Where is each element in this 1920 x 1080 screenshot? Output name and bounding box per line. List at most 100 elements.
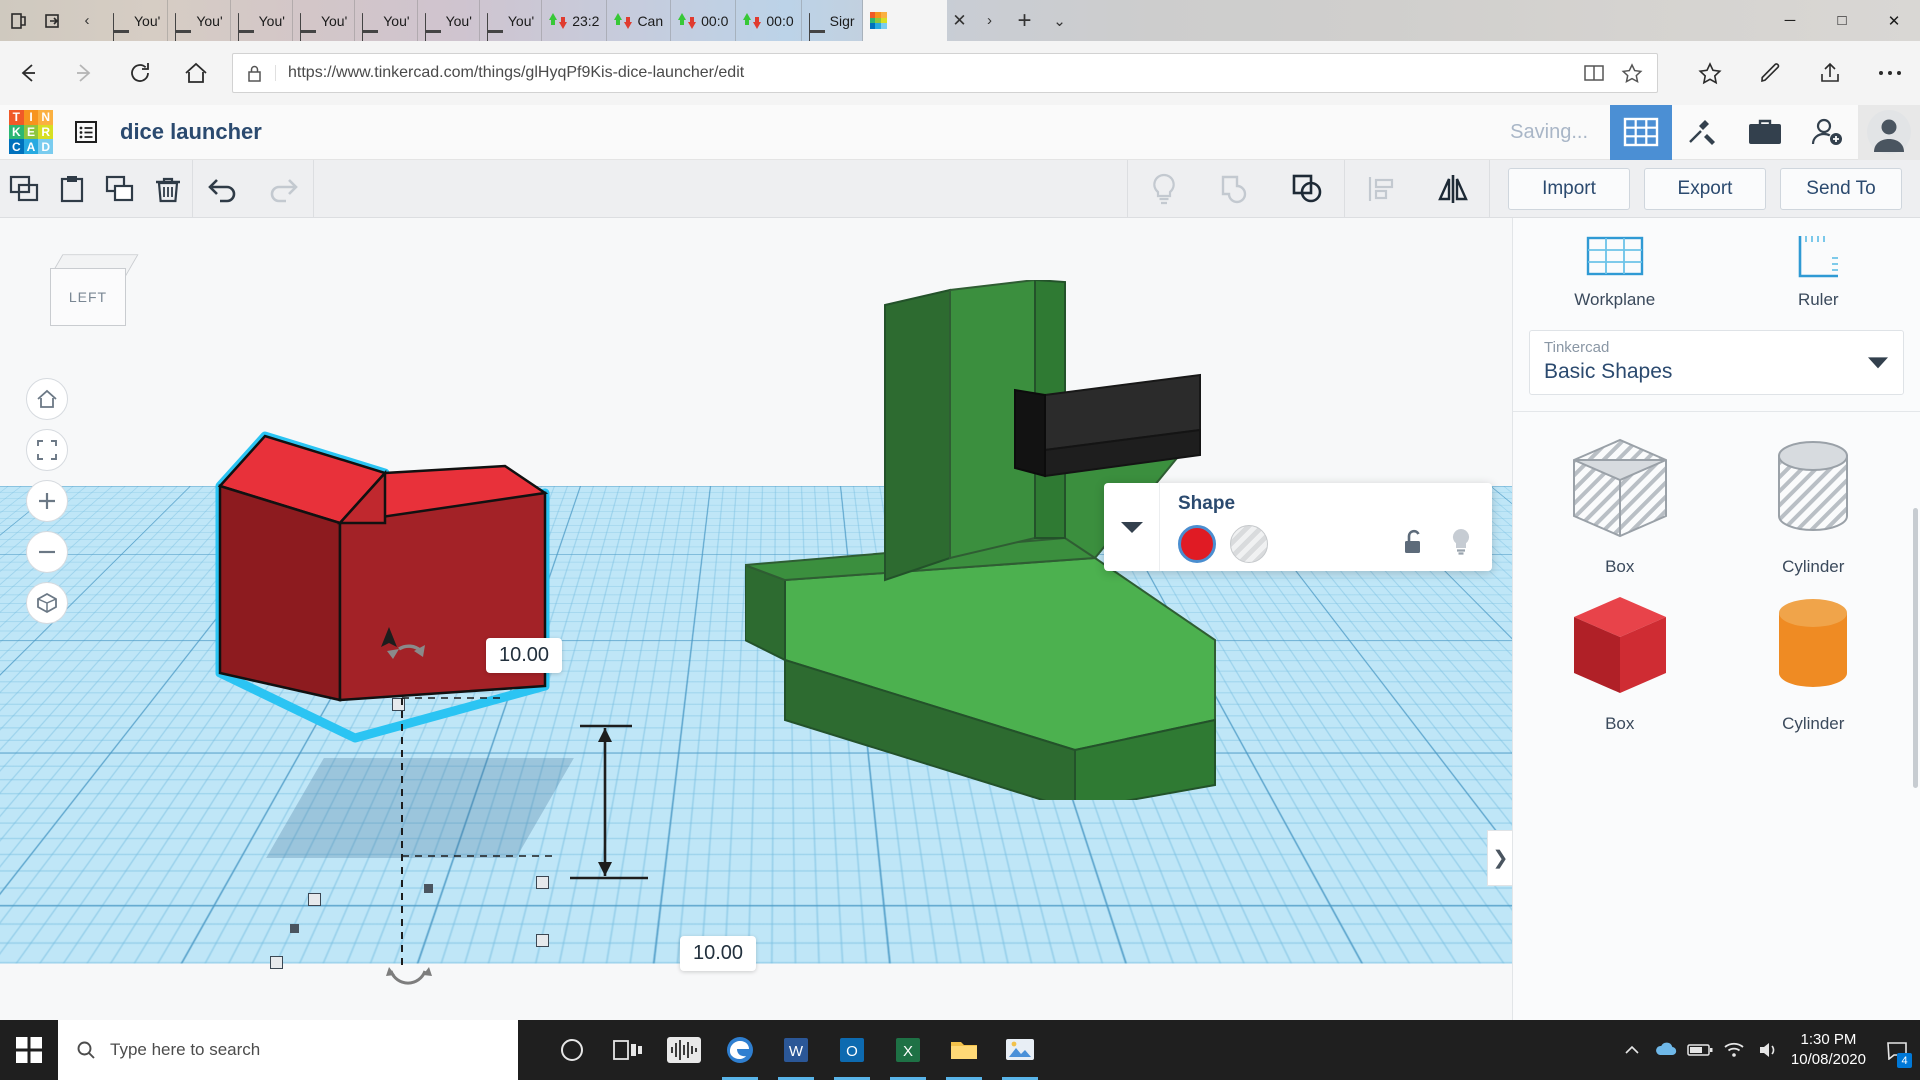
task-view-icon[interactable] (600, 1020, 656, 1080)
shape-library-select[interactable]: Tinkercad Basic Shapes (1529, 330, 1904, 395)
favorite-star-icon[interactable] (1615, 62, 1649, 84)
resize-handle-bottom-left[interactable] (270, 956, 283, 969)
browser-tab[interactable]: You' (106, 0, 169, 50)
home-icon[interactable] (168, 41, 224, 105)
zoom-out-icon[interactable] (26, 531, 68, 573)
send-to-button[interactable]: Send To (1780, 167, 1902, 210)
panel-collapse-button[interactable]: ❯ (1487, 830, 1512, 886)
file-explorer-icon[interactable] (936, 1020, 992, 1080)
browser-tab[interactable] (862, 0, 947, 41)
excel-icon[interactable]: X (880, 1020, 936, 1080)
reload-icon[interactable] (112, 41, 168, 105)
undo-icon[interactable] (193, 160, 253, 218)
new-tab-button[interactable]: + (1007, 0, 1043, 41)
measurement-label-height[interactable]: 10.00 (486, 638, 563, 673)
tab-scroll-right-icon[interactable]: › (973, 0, 1007, 41)
edge-icon[interactable] (712, 1020, 768, 1080)
sidebar-item-workplane[interactable]: Workplane (1513, 232, 1717, 310)
onedrive-icon[interactable] (1649, 1020, 1683, 1080)
volume-icon[interactable] (1751, 1020, 1785, 1080)
show-hidden-icons-icon[interactable] (1615, 1020, 1649, 1080)
solid-color-swatch[interactable] (1178, 525, 1216, 563)
shape-library-item[interactable]: Box (1523, 587, 1717, 734)
home-view-icon[interactable] (26, 378, 68, 420)
reading-view-icon[interactable] (1577, 63, 1611, 83)
hole-swatch[interactable] (1230, 525, 1268, 563)
window-minimize-button[interactable]: ─ (1764, 0, 1816, 41)
browser-tab[interactable]: 23:2 (542, 0, 608, 41)
gallery-button[interactable] (1734, 105, 1796, 160)
window-close-button[interactable]: ✕ (1868, 0, 1920, 41)
shape-library-item[interactable]: Cylinder (1717, 587, 1911, 734)
outlook-icon[interactable]: O (824, 1020, 880, 1080)
chevron-down-icon[interactable] (1867, 355, 1889, 374)
resize-handle-lower-left[interactable] (290, 924, 299, 933)
browser-tab[interactable]: Sigr (802, 0, 863, 50)
window-maximize-button[interactable]: □ (1816, 0, 1868, 41)
browser-tab[interactable]: 00:0 (736, 0, 802, 41)
design-grid-button[interactable] (1610, 104, 1672, 160)
url-text[interactable]: https://www.tinkercad.com/things/glHyqPf… (275, 65, 1577, 81)
browser-tab[interactable]: 00:0 (671, 0, 737, 41)
battery-icon[interactable] (1683, 1020, 1717, 1080)
ortho-view-icon[interactable] (26, 582, 68, 624)
shape-properties-panel[interactable]: Shape (1104, 483, 1492, 571)
photos-icon[interactable] (992, 1020, 1048, 1080)
search-input[interactable]: Type here to search (58, 1020, 518, 1080)
browser-tab[interactable]: You' (418, 0, 480, 50)
start-button[interactable] (0, 1020, 58, 1080)
sidebar-scrollbar[interactable] (1913, 508, 1918, 788)
view-cube-front-face[interactable]: LEFT (50, 268, 126, 326)
account-avatar[interactable] (1858, 104, 1920, 160)
browser-tab[interactable]: You' (168, 0, 231, 50)
browser-tab[interactable]: You' (293, 0, 356, 50)
fit-view-icon[interactable] (26, 429, 68, 471)
tinkercad-logo[interactable]: TINKERCAD (0, 105, 62, 160)
shape-library-item[interactable]: Cylinder (1717, 430, 1911, 577)
share-icon[interactable] (1800, 41, 1860, 105)
paste-icon[interactable] (48, 160, 96, 218)
import-button[interactable]: Import (1508, 167, 1630, 210)
browser-tab[interactable]: You' (355, 0, 418, 50)
copy-icon[interactable] (0, 160, 48, 218)
duplicate-icon[interactable] (96, 160, 144, 218)
zoom-in-icon[interactable] (26, 480, 68, 522)
tab-list-caret-icon[interactable]: ⌄ (1043, 0, 1077, 41)
export-button[interactable]: Export (1644, 167, 1766, 210)
favorites-hub-icon[interactable] (1680, 41, 1740, 105)
url-box[interactable]: https://www.tinkercad.com/things/glHyqPf… (232, 53, 1658, 93)
taskbar-clock[interactable]: 1:30 PM 10/08/2020 (1785, 1030, 1880, 1071)
mirror-icon[interactable] (1417, 160, 1489, 218)
tab-scroll-left-icon[interactable]: ‹ (70, 0, 104, 41)
project-list-icon[interactable] (62, 105, 110, 160)
unlock-icon[interactable] (1402, 528, 1426, 561)
ungroup-icon[interactable] (1272, 160, 1344, 218)
tab-preview-icon[interactable] (2, 0, 36, 41)
lightbulb-icon[interactable] (1448, 527, 1474, 562)
resize-handle-left[interactable] (308, 893, 321, 906)
delete-icon[interactable] (144, 160, 192, 218)
3d-viewport[interactable]: LEFT 10.00 10.00 Shape ❯ (0, 218, 1512, 1020)
measurement-label-depth[interactable]: 10.00 (680, 936, 757, 971)
web-notes-pen-icon[interactable] (1740, 41, 1800, 105)
browser-tab[interactable]: You' (231, 0, 293, 50)
browser-tab[interactable]: Can (607, 0, 672, 41)
more-settings-icon[interactable] (1860, 41, 1920, 105)
browser-tab[interactable]: You' (480, 0, 543, 50)
word-icon[interactable]: W (768, 1020, 824, 1080)
set-aside-tabs-icon[interactable] (36, 0, 70, 41)
rotate-handle-icon[interactable] (375, 623, 439, 677)
shape-panel-collapse-icon[interactable] (1104, 483, 1160, 571)
tab-close-icon[interactable]: ✕ (947, 0, 973, 41)
back-icon[interactable] (0, 41, 56, 105)
tools-button[interactable] (1672, 105, 1734, 160)
audacity-icon[interactable] (656, 1020, 712, 1080)
wifi-icon[interactable] (1717, 1020, 1751, 1080)
view-cube[interactable]: LEFT (44, 246, 139, 332)
notification-center-button[interactable]: 4 (1880, 1020, 1914, 1080)
cortana-icon[interactable] (544, 1020, 600, 1080)
browser-tab-label: You' (258, 12, 285, 29)
sidebar-item-ruler[interactable]: Ruler (1717, 232, 1920, 310)
shape-library-item[interactable]: Box (1523, 430, 1717, 577)
invite-button[interactable] (1796, 105, 1858, 160)
